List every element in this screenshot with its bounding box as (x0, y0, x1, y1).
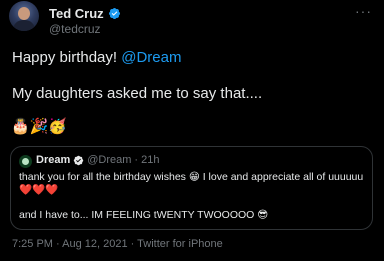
quote-author-avatar[interactable] (19, 155, 32, 168)
quote-text-2: and I have to... IM FEELING tWENTY TWOOO… (19, 209, 269, 221)
quote-verified-badge-icon (74, 155, 84, 165)
quote-separator: · (134, 154, 139, 166)
quote-text-1: thank you for all the birthday wishes 😁 … (19, 171, 364, 196)
tweet-text-line-1: Happy birthday! @Dream (12, 49, 181, 66)
quote-time: 21h (141, 154, 160, 166)
author-handle[interactable]: @tedcruz (49, 22, 101, 36)
verified-badge-icon (108, 7, 120, 20)
quote-tweet-card[interactable]: Dream @Dream · 21h thank you for all the… (10, 146, 373, 230)
quote-header: Dream @Dream · 21h (36, 154, 159, 166)
author-name-row: Ted Cruz (49, 6, 121, 21)
more-horizontal-icon[interactable]: ··· (355, 3, 372, 19)
tweet-text-line-2: My daughters asked me to say that.... (12, 85, 263, 102)
author-display-name[interactable]: Ted Cruz (49, 6, 104, 21)
quote-display-name: Dream (36, 154, 71, 166)
tweet-greeting: Happy birthday! (12, 49, 122, 66)
tweet-emojis: 🎂🎉🥳 (11, 118, 68, 135)
mention-link[interactable]: @Dream (121, 49, 181, 66)
avatar-face (18, 7, 30, 20)
tweet-timestamp[interactable]: 7:25 PM · Aug 12, 2021 · Twitter for iPh… (12, 238, 223, 250)
quote-handle: @Dream (87, 154, 132, 166)
avatar-suit (13, 20, 35, 31)
author-avatar[interactable] (9, 1, 39, 31)
tweet-card: Ted Cruz @tedcruz ··· Happy birthday! @D… (0, 0, 384, 261)
